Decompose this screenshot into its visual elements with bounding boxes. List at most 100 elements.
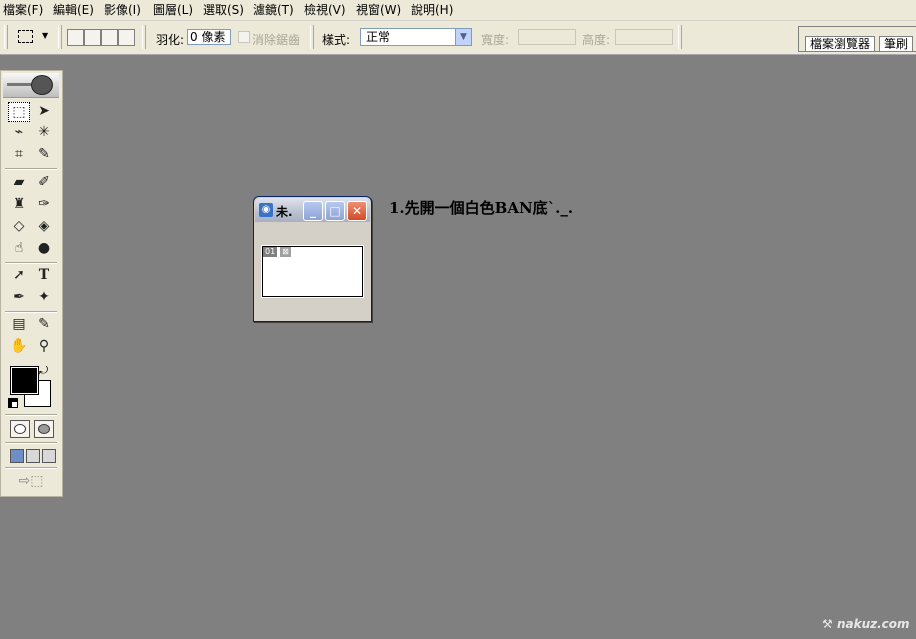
menu-window[interactable]: 視窗(W) <box>356 2 401 18</box>
toolbox-header[interactable] <box>3 73 59 98</box>
type-tool[interactable]: T <box>33 265 55 285</box>
magic-wand-tool[interactable]: ✳ <box>33 122 55 142</box>
maximize-button[interactable]: □ <box>325 201 345 221</box>
full-screen-button[interactable] <box>42 449 56 463</box>
dodge-icon: ● <box>37 240 51 256</box>
antialias-checkbox[interactable] <box>238 31 250 43</box>
minimize-button[interactable]: _ <box>303 201 323 221</box>
antialias-label: 消除鋸齒 <box>252 33 301 47</box>
feather-logo-icon <box>7 83 31 86</box>
jump-to-icon: ⇨⬚ <box>18 473 44 489</box>
toolbox-separator <box>5 467 57 469</box>
arrow-icon: ➚ <box>13 267 25 283</box>
height-label: 高度: <box>582 33 611 47</box>
intersect-selection-button[interactable] <box>118 29 135 46</box>
toolbox-separator <box>5 262 57 264</box>
quick-mask-button[interactable] <box>34 420 54 438</box>
notes-icon: ▤ <box>12 316 26 332</box>
tab-brushes[interactable]: 筆刷 <box>879 36 914 51</box>
full-screen-menu-button[interactable] <box>26 449 40 463</box>
separator <box>678 25 682 49</box>
toolbox: ⬚ ➤ ⌁ ✳ ⌗ ✎ ▰ ✐ ♜ ✑ ◇ ◈ ☝ ● ➚ T ✒ ✦ ▤ ✎ … <box>0 70 63 497</box>
eye-logo-icon <box>31 75 53 95</box>
jump-to-imageready-button[interactable]: ⇨⬚ <box>9 473 53 489</box>
pen-tool[interactable]: ✒ <box>8 287 30 307</box>
add-to-selection-button[interactable] <box>84 29 101 46</box>
zoom-tool[interactable]: ⚲ <box>33 336 55 356</box>
new-selection-button[interactable] <box>67 29 84 46</box>
crop-icon: ⌗ <box>15 146 23 162</box>
blur-tool[interactable]: ☝ <box>8 238 30 258</box>
document-app-icon: ◉ <box>259 203 273 217</box>
width-input[interactable] <box>518 29 576 45</box>
width-label: 寬度: <box>481 33 510 47</box>
document-titlebar[interactable]: ◉ 未. _ □ ✕ <box>255 198 370 222</box>
document-canvas[interactable]: 01 ⊠ <box>261 245 364 298</box>
eyedropper-tool[interactable]: ✎ <box>33 314 55 334</box>
tab-file-browser[interactable]: 檔案瀏覽器 <box>805 36 876 51</box>
eraser-tool[interactable]: ◇ <box>8 216 30 236</box>
close-icon: ✕ <box>351 204 363 218</box>
clone-stamp-tool[interactable]: ♜ <box>8 194 30 214</box>
hand-tool[interactable]: ✋ <box>8 336 30 356</box>
paint-bucket-tool[interactable]: ◈ <box>33 216 55 236</box>
eyedropper-icon: ✎ <box>38 316 50 332</box>
menu-file[interactable]: 檔案(F) <box>3 2 43 18</box>
toolbox-separator <box>5 168 57 170</box>
smudge-icon: ☝ <box>14 240 24 256</box>
subtract-from-selection-button[interactable] <box>101 29 118 46</box>
quick-mask-icon <box>38 424 50 434</box>
menu-layer[interactable]: 圖層(L) <box>153 2 193 18</box>
site-watermark: ⚒ nakuz.com <box>822 617 910 631</box>
separator <box>58 25 62 49</box>
path-selection-tool[interactable]: ➚ <box>8 265 30 285</box>
menu-image[interactable]: 影像(I) <box>104 2 141 18</box>
stamp-icon: ♜ <box>12 196 26 212</box>
menu-edit[interactable]: 編輯(E) <box>53 2 94 18</box>
palette-well: 檔案瀏覽器 筆刷 <box>798 26 916 52</box>
marquee-tool[interactable]: ⬚ <box>8 102 30 122</box>
dodge-tool[interactable]: ● <box>33 238 55 258</box>
standard-mode-button[interactable] <box>10 420 30 438</box>
menu-filter[interactable]: 濾鏡(T) <box>253 2 294 18</box>
lasso-icon: ⌁ <box>14 124 24 140</box>
toolbox-separator <box>5 414 57 416</box>
lasso-tool[interactable]: ⌁ <box>8 122 30 142</box>
feather-input[interactable]: 0 像素 <box>187 29 231 45</box>
default-colors-icon[interactable] <box>8 398 18 408</box>
magic-wand-icon: ✳ <box>38 124 50 140</box>
watermark-text: nakuz.com <box>836 617 910 631</box>
menu-select[interactable]: 選取(S) <box>203 2 244 18</box>
options-bar: ▼ 羽化: 0 像素 消除鋸齒 樣式: 正常 ▼ 寬度: 高度: 檔案瀏覽器 筆… <box>0 21 916 55</box>
hand-icon: ✋ <box>10 338 28 354</box>
brush-icon: ✐ <box>38 174 50 190</box>
close-button[interactable]: ✕ <box>347 201 367 221</box>
pen-icon: ✒ <box>13 289 25 305</box>
shape-tool[interactable]: ✦ <box>33 287 55 307</box>
history-brush-icon: ✑ <box>38 196 50 212</box>
separator <box>142 25 146 49</box>
slice-tool[interactable]: ✎ <box>33 144 55 164</box>
bandage-icon: ▰ <box>13 174 25 190</box>
type-icon: T <box>38 267 50 283</box>
notes-tool[interactable]: ▤ <box>8 314 30 334</box>
custom-shape-icon: ✦ <box>38 289 50 305</box>
swap-colors-icon[interactable]: ⤾ <box>39 364 48 378</box>
options-bar-grip[interactable] <box>4 25 8 49</box>
brush-tool[interactable]: ✐ <box>33 172 55 192</box>
history-brush-tool[interactable]: ✑ <box>33 194 55 214</box>
tool-preset-picker[interactable]: ▼ <box>16 27 52 47</box>
toolbox-separator <box>5 442 57 444</box>
height-input[interactable] <box>615 29 673 45</box>
magnifier-icon: ⚲ <box>38 338 50 354</box>
menu-view[interactable]: 檢視(V) <box>304 2 346 18</box>
standard-screen-button[interactable] <box>10 449 24 463</box>
minimize-icon: _ <box>310 204 316 218</box>
paint-bucket-icon: ◈ <box>38 218 50 234</box>
style-select[interactable]: 正常 ▼ <box>360 28 472 46</box>
document-window: ◉ 未. _ □ ✕ 01 ⊠ <box>253 196 372 322</box>
healing-brush-tool[interactable]: ▰ <box>8 172 30 192</box>
move-tool[interactable]: ➤ <box>33 101 55 121</box>
crop-tool[interactable]: ⌗ <box>8 144 30 164</box>
menu-help[interactable]: 說明(H) <box>411 2 453 18</box>
